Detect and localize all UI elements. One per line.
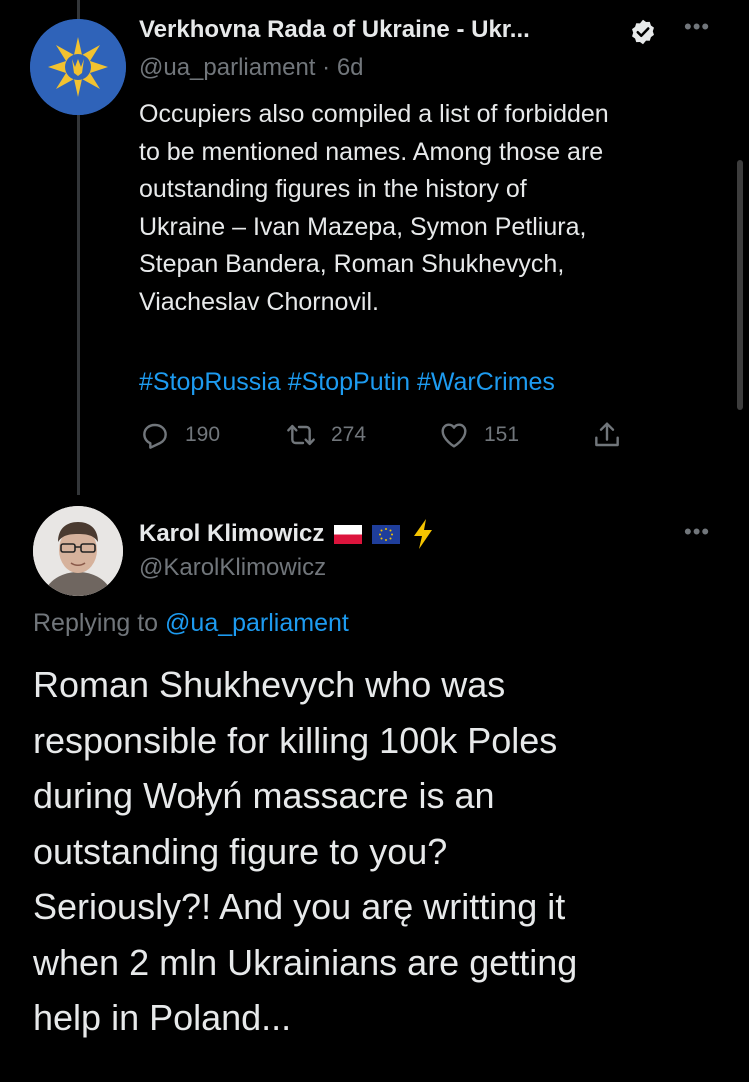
- display-name[interactable]: Karol Klimowicz: [139, 520, 324, 548]
- text-line: outstanding figure to you?: [33, 830, 448, 872]
- text-line: Occupiers also compiled a list of forbid…: [139, 100, 609, 128]
- display-name-row: Karol Klimowicz: [139, 518, 436, 550]
- replying-to: Replying to @ua_parliament: [33, 609, 349, 638]
- hashtags[interactable]: #StopRussia #StopPutin #WarCrimes: [139, 368, 555, 397]
- reply-count: 190: [185, 423, 221, 446]
- heart-icon: [441, 423, 467, 448]
- tweet-text: Occupiers also compiled a list of forbid…: [139, 96, 609, 321]
- retweet-count: 274: [331, 423, 367, 446]
- share-button[interactable]: [591, 419, 623, 451]
- text-line: during Wołyń massacre is an: [33, 775, 495, 816]
- share-icon: [595, 422, 619, 447]
- like-button[interactable]: 151: [438, 419, 519, 451]
- replying-to-mention[interactable]: @ua_parliament: [165, 609, 349, 637]
- text-line: when 2 mln Ukrainians are getting: [33, 941, 578, 983]
- display-name[interactable]: Verkhovna Rada of Ukraine - Ukr...: [139, 16, 530, 44]
- poland-flag-icon: [334, 524, 363, 544]
- handle[interactable]: @KarolKlimowicz: [139, 554, 326, 582]
- profile-photo-icon: [33, 506, 123, 596]
- eu-flag-icon: [372, 524, 401, 544]
- handle-line: @ua_parliament · 6d: [139, 54, 364, 82]
- text-line: Roman Shukhevych who was: [33, 664, 506, 705]
- lightning-icon: [414, 519, 433, 549]
- text-line: Stepan Bandera, Roman Shukhevych,: [139, 250, 565, 278]
- verified-badge-icon: [632, 19, 654, 45]
- avatar-ua-parliament[interactable]: [30, 19, 126, 115]
- replying-to-label: Replying to: [33, 609, 159, 637]
- text-line: responsible for killing 100k Poles: [33, 719, 558, 761]
- avatar-karol-klimowicz[interactable]: [33, 506, 123, 596]
- text-line: outstanding figures in the history of: [139, 175, 527, 203]
- scrollbar[interactable]: [737, 160, 743, 410]
- separator: ·: [322, 54, 331, 81]
- text-line: Viacheslav Chornovil.: [139, 287, 379, 316]
- more-options-icon[interactable]: •••: [684, 519, 710, 545]
- like-count: 151: [484, 423, 520, 446]
- retweet-icon: [287, 424, 315, 446]
- parliament-emblem-icon: [30, 19, 126, 115]
- text-line: Ukraine – Ivan Mazepa, Symon Petliura,: [139, 212, 587, 241]
- timestamp[interactable]: 6d: [337, 54, 364, 81]
- reply-button[interactable]: 190: [139, 419, 220, 451]
- text-line: to be mentioned names. Among those are: [139, 137, 604, 166]
- text-line: help in Poland...: [33, 997, 292, 1038]
- reply-tweet-text: Roman Shukhevych who was responsible for…: [33, 657, 577, 1046]
- more-options-icon[interactable]: •••: [684, 14, 710, 40]
- handle[interactable]: @ua_parliament: [139, 54, 315, 81]
- reply-icon: [143, 423, 167, 449]
- text-line: Seriously?! And you arę writting it: [33, 886, 566, 927]
- retweet-button[interactable]: 274: [285, 419, 366, 451]
